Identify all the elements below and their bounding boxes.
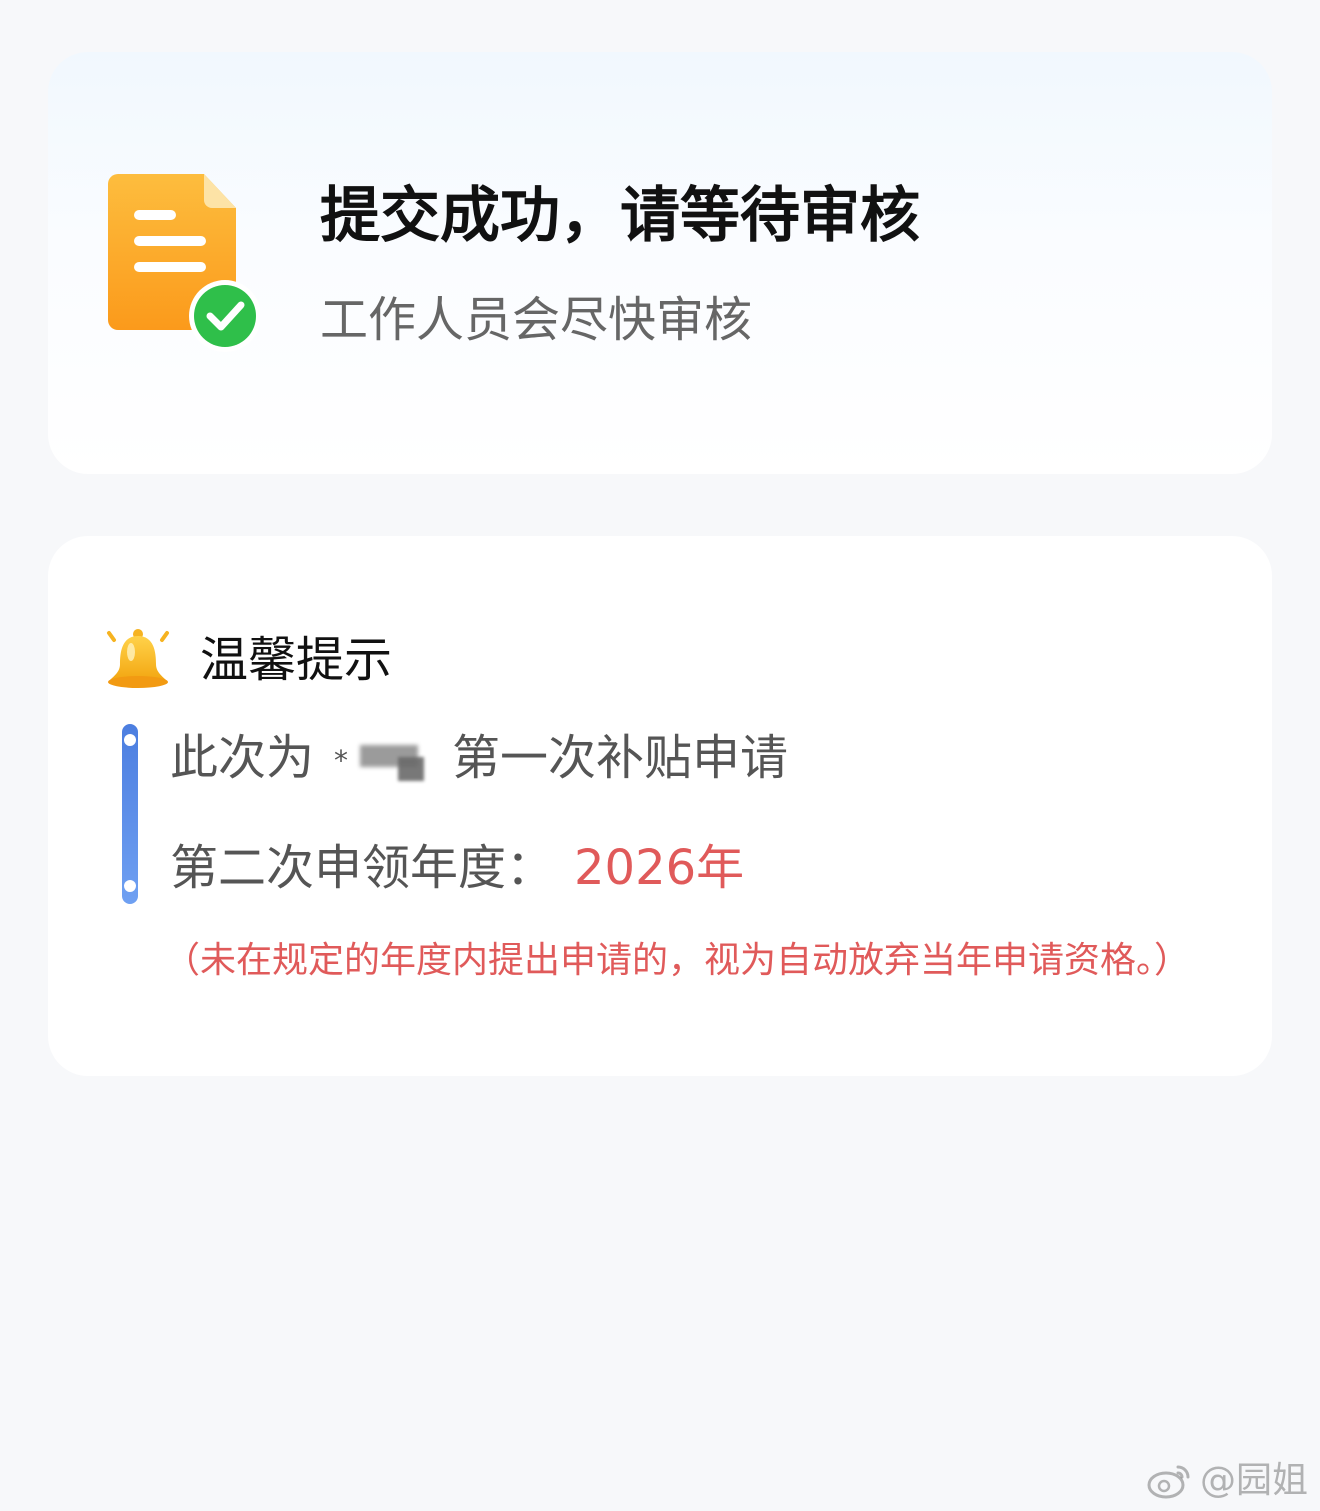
line1-suffix: 第一次补贴申请 (452, 730, 789, 786)
document-check-icon (108, 174, 260, 352)
notice-text: （未在规定的年度内提出申请的，视为自动放弃当年申请资格。） (164, 940, 1191, 981)
watermark-text: @园姐 (1199, 1460, 1308, 1501)
masked-name: * (334, 735, 438, 781)
success-subtitle: 工作人员会尽快审核 (320, 292, 753, 348)
application-count-line: 此次为 * 第一次补贴申请 (170, 728, 788, 788)
tips-card (48, 536, 1272, 1076)
timeline-line (122, 724, 138, 904)
watermark: @园姐 (1146, 1459, 1308, 1503)
weibo-icon (1147, 1465, 1190, 1499)
success-title: 提交成功，请等待审核 (320, 181, 920, 251)
bell-icon (107, 629, 169, 688)
line1-prefix: 此次为 (170, 730, 315, 786)
second-claim-year-line: 第二次申领年度： 2026年 (170, 838, 744, 898)
second-claim-year: 2026年 (574, 840, 745, 896)
page: 提交成功，请等待审核 工作人员会尽快审核 温馨提示 此次为 * 第一次补贴申请 … (0, 0, 1320, 1511)
timeline-dot (124, 880, 136, 892)
tips-title: 温馨提示 (200, 632, 393, 688)
second-claim-label: 第二次申领年度： (170, 840, 555, 896)
timeline-dot (124, 734, 136, 746)
timeline-bar (122, 724, 138, 904)
